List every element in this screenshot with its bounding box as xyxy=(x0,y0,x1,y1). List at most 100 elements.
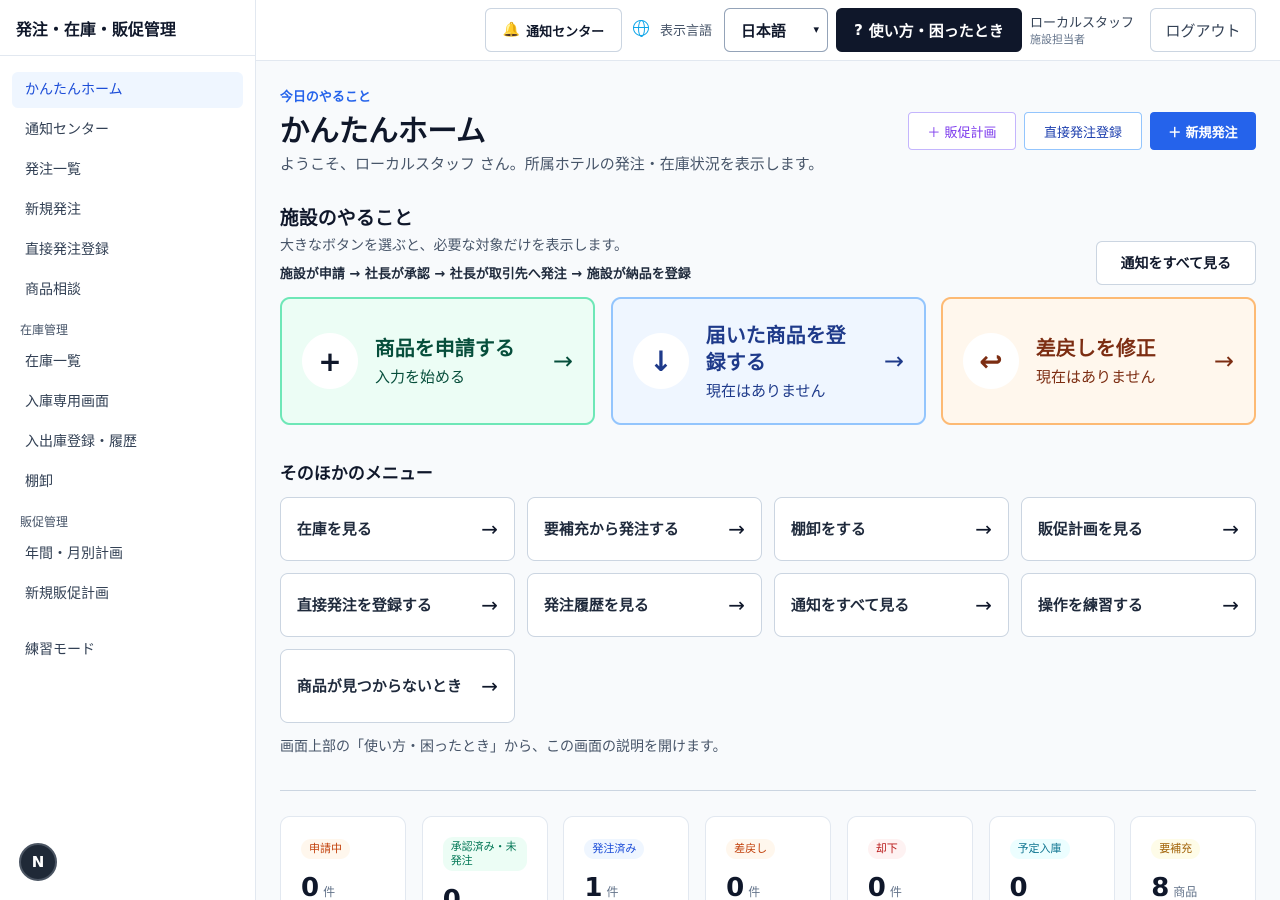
task-card-subtitle: 現在はありません xyxy=(706,381,826,400)
notification-center-button[interactable]: 🔔 通知センター xyxy=(485,8,622,52)
sidebar-item-order-list[interactable]: 発注一覧 xyxy=(12,152,243,188)
help-button-label: 使い方・困ったとき xyxy=(868,21,1004,40)
menu-card-label: 直接発注を登録する xyxy=(297,596,433,614)
brand-title: 発注・在庫・販促管理 xyxy=(0,0,255,56)
menu-card-label: 発注履歴を見る xyxy=(544,596,650,614)
other-menu-title: そのほかのメニュー xyxy=(280,464,433,484)
status-badge: 差戻し xyxy=(726,839,776,859)
language-select[interactable]: 日本語 ▾ xyxy=(724,8,828,52)
notification-center-label: 通知センター xyxy=(526,24,605,40)
stat-card-ordered[interactable]: 発注済み 1 件 xyxy=(563,816,690,900)
sidebar-section-promo: 販促管理 xyxy=(20,515,69,529)
sidebar-item-receiving[interactable]: 入庫専用画面 xyxy=(12,384,243,420)
new-order-button[interactable]: ＋ 新規発注 xyxy=(1150,112,1256,150)
view-all-notifications-button[interactable]: 通知をすべて見る xyxy=(1096,241,1256,285)
arrow-right-icon: → xyxy=(883,347,904,375)
menu-card-product-not-found[interactable]: 商品が見つからないとき → xyxy=(280,649,515,723)
stat-card-rejected[interactable]: 却下 0 件 xyxy=(846,816,973,900)
menu-card-label: 販促計画を見る xyxy=(1038,520,1144,538)
stat-unit: 商品 xyxy=(1173,885,1198,899)
menu-card-promo-plans[interactable]: 販促計画を見る → xyxy=(1021,497,1256,561)
arrow-right-icon: → xyxy=(728,517,745,541)
divider xyxy=(280,790,1256,791)
arrow-right-icon: → xyxy=(975,593,992,617)
sidebar-item-stock-history[interactable]: 入出庫登録・履歴 xyxy=(12,424,243,460)
stat-value: 0 xyxy=(726,873,745,900)
direct-order-button[interactable]: 直接発注登録 xyxy=(1024,112,1142,150)
status-badge: 発注済み xyxy=(584,839,645,859)
status-badge: 却下 xyxy=(867,839,906,859)
stat-unit: 件 xyxy=(889,885,902,899)
task-card-request-product[interactable]: + 商品を申請する 入力を始める → xyxy=(280,297,595,425)
sidebar-item-direct-order[interactable]: 直接発注登録 xyxy=(12,232,243,268)
menu-card-all-notifications[interactable]: 通知をすべて見る → xyxy=(774,573,1009,637)
task-card-title: 届いた商品を登録する xyxy=(706,322,846,374)
menu-card-label: 商品が見つからないとき xyxy=(297,677,463,695)
stat-unit: 件 xyxy=(748,885,761,899)
sidebar-section-inventory: 在庫管理 xyxy=(20,323,69,337)
sidebar-item-new-order[interactable]: 新規発注 xyxy=(12,192,243,228)
question-icon: ? xyxy=(854,21,863,39)
sidebar: 発注・在庫・販促管理 かんたんホーム 通知センター 発注一覧 新規発注 直接発注… xyxy=(0,0,256,900)
task-card-title: 商品を申請する xyxy=(375,336,515,360)
status-badge: 承認済み・未発注 xyxy=(442,837,527,871)
arrow-right-icon: → xyxy=(481,517,498,541)
arrow-right-icon: → xyxy=(481,593,498,617)
globe-icon xyxy=(633,20,649,37)
help-button[interactable]: ? 使い方・困ったとき xyxy=(836,8,1022,52)
status-badge: 要補充 xyxy=(1151,839,1201,859)
arrow-right-icon: → xyxy=(481,674,498,698)
task-card-register-delivery[interactable]: ↓ 届いた商品を登録する 現在はありません → xyxy=(611,297,926,425)
sidebar-item-inventory-list[interactable]: 在庫一覧 xyxy=(12,344,243,380)
menu-card-view-inventory[interactable]: 在庫を見る → xyxy=(280,497,515,561)
stat-value: 0 xyxy=(301,873,320,900)
logout-button[interactable]: ログアウト xyxy=(1150,8,1256,52)
facility-tasks-title: 施設のやること xyxy=(280,207,414,229)
stat-unit: 件 xyxy=(606,885,619,899)
stat-value-row: 0 xyxy=(1010,873,1094,900)
sidebar-item-practice-mode[interactable]: 練習モード xyxy=(12,632,243,668)
stat-card-approved-not-ordered[interactable]: 承認済み・未発注 0 xyxy=(421,816,548,900)
language-label: 表示言語 xyxy=(660,24,713,39)
language-selected-value: 日本語 xyxy=(741,21,787,40)
stat-value: 8 xyxy=(1151,873,1170,900)
stat-card-scheduled-receipt[interactable]: 予定入庫 0 xyxy=(988,816,1115,900)
menu-card-practice[interactable]: 操作を練習する → xyxy=(1021,573,1256,637)
stat-value: 0 xyxy=(867,873,886,900)
return-icon: ↩ xyxy=(963,333,1019,389)
sidebar-item-easy-home[interactable]: かんたんホーム xyxy=(12,72,243,108)
arrow-right-icon: → xyxy=(552,347,573,375)
promo-plan-button[interactable]: ＋ 販促計画 xyxy=(908,112,1016,150)
sidebar-item-notification-center[interactable]: 通知センター xyxy=(12,112,243,148)
menu-card-order-history[interactable]: 発注履歴を見る → xyxy=(527,573,762,637)
menu-card-label: 要補充から発注する xyxy=(544,520,680,538)
task-card-fix-returned[interactable]: ↩ 差戻しを修正 現在はありません → xyxy=(941,297,1256,425)
stat-card-needs-restock[interactable]: 要補充 8 商品 xyxy=(1130,816,1257,900)
sidebar-item-annual-plan[interactable]: 年間・月別計画 xyxy=(12,536,243,572)
bell-icon: 🔔 xyxy=(502,22,521,38)
arrow-right-icon: → xyxy=(1213,347,1234,375)
menu-card-label: 通知をすべて見る xyxy=(791,596,910,614)
sidebar-item-product-consult[interactable]: 商品相談 xyxy=(12,272,243,308)
arrow-right-icon: → xyxy=(975,517,992,541)
menu-card-stocktake[interactable]: 棚卸をする → xyxy=(774,497,1009,561)
eyebrow: 今日のやること xyxy=(280,90,372,105)
arrow-right-icon: → xyxy=(728,593,745,617)
user-role: 施設担当者 xyxy=(1030,33,1085,46)
sidebar-item-stocktaking[interactable]: 棚卸 xyxy=(12,464,243,500)
stat-value-row: 0件 xyxy=(868,873,952,900)
arrow-right-icon: → xyxy=(1222,593,1239,617)
menu-card-direct-order[interactable]: 直接発注を登録する → xyxy=(280,573,515,637)
stat-card-requested[interactable]: 申請中 0 件 xyxy=(280,816,406,900)
stat-value-row: 0 xyxy=(443,885,527,900)
stat-value-row: 1件 xyxy=(584,873,668,900)
task-card-subtitle: 現在はありません xyxy=(1036,368,1156,386)
stat-card-returned[interactable]: 差戻し 0 件 xyxy=(705,816,832,900)
menu-card-reorder[interactable]: 要補充から発注する → xyxy=(527,497,762,561)
stat-unit: 件 xyxy=(323,885,336,899)
stat-value-row: 8 商品 xyxy=(1151,873,1235,900)
menu-card-label: 在庫を見る xyxy=(297,520,373,538)
next-dev-badge[interactable]: N xyxy=(19,843,57,881)
sidebar-item-new-promo[interactable]: 新規販促計画 xyxy=(12,576,243,612)
arrow-right-icon: → xyxy=(1222,517,1239,541)
